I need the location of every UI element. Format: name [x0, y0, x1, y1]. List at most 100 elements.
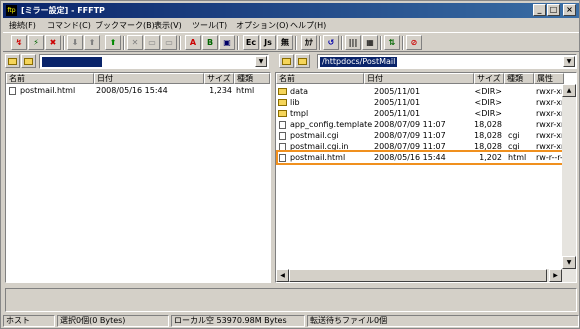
remote-col-attr[interactable]: 属性: [534, 73, 564, 84]
local-path-combo[interactable]: ▼: [39, 54, 269, 69]
detail-view-button[interactable]: ▦: [362, 35, 378, 50]
toolbar-separator: [295, 36, 297, 50]
file-icon: [279, 132, 286, 140]
scroll-left-icon[interactable]: ◀: [276, 269, 289, 282]
local-col-date[interactable]: 日付: [94, 73, 204, 84]
kana-button[interactable]: ｶﾅ: [301, 35, 317, 50]
status-selection: 選択0個(0 Bytes): [57, 315, 169, 327]
jis-button[interactable]: Js: [260, 35, 276, 50]
highlight-box: [276, 150, 566, 165]
menu-tools[interactable]: ツール(T): [192, 20, 227, 31]
status-local-free: ローカル空 53970.98M Bytes: [171, 315, 305, 327]
scroll-up-icon[interactable]: ▲: [562, 84, 576, 97]
refresh-icon[interactable]: ↺: [323, 35, 339, 50]
menu-connect[interactable]: 接続(F): [9, 20, 36, 31]
remote-col-type[interactable]: 種類: [504, 73, 534, 84]
maximize-button[interactable]: □: [547, 4, 560, 16]
auto-mode-button[interactable]: ▣: [219, 35, 235, 50]
toolbar-separator: [63, 36, 65, 50]
remote-vertical-scrollbar[interactable]: ▲ ▼: [562, 84, 576, 269]
menu-bookmark[interactable]: ブックマーク(B): [95, 20, 155, 31]
euc-button[interactable]: Ec: [243, 35, 259, 50]
menu-help[interactable]: ヘルプ(H): [290, 20, 326, 31]
scroll-thumb[interactable]: [289, 269, 547, 282]
remote-file-name: tmpl: [290, 109, 309, 118]
app-icon: ftp: [6, 5, 17, 16]
remote-file-size: <DIR>: [474, 109, 502, 118]
local-open-folder-icon[interactable]: [21, 54, 36, 68]
local-col-name[interactable]: 名前: [6, 73, 94, 84]
remote-path-bar: /httpdocs/PostMail ▼: [275, 53, 579, 70]
remote-file-row[interactable]: postmail.cgi 2008/07/09 11:07 18,028 cgi…: [276, 130, 576, 141]
remote-up-folder-icon[interactable]: [279, 54, 294, 68]
remote-file-date: 2008/07/09 11:07: [374, 131, 446, 140]
download-button[interactable]: ⬇: [67, 35, 83, 50]
remote-col-size[interactable]: サイズ: [474, 73, 504, 84]
chevron-down-icon[interactable]: ▼: [563, 56, 575, 67]
remote-file-size: <DIR>: [474, 87, 502, 96]
ascii-mode-button[interactable]: A: [185, 35, 201, 50]
title-bar[interactable]: ftp [ミラー設定] - FFFTP _ □ ×: [3, 3, 579, 18]
log-area[interactable]: [5, 288, 577, 312]
toolbar-separator: [123, 36, 125, 50]
local-path-text: [42, 57, 102, 67]
menu-command[interactable]: コマンド(C): [47, 20, 91, 31]
local-file-date: 2008/05/16 15:44: [96, 86, 168, 95]
menu-options[interactable]: オプション(O): [236, 20, 289, 31]
remote-open-folder-icon[interactable]: [295, 54, 310, 68]
remote-file-row[interactable]: app_config.template 2008/07/09 11:07 18,…: [276, 119, 576, 130]
remote-file-date: 2005/11/01: [374, 87, 421, 96]
remote-file-list[interactable]: 名前 日付 サイズ 種類 属性 data 2005/11/01 <DIR> rw…: [275, 72, 577, 283]
mirror-upload-button[interactable]: ⬆: [105, 35, 121, 50]
scroll-right-icon[interactable]: ▶: [549, 269, 562, 282]
remote-file-row[interactable]: lib 2005/11/01 <DIR> rwxr-xr-x: [276, 97, 576, 108]
mkdir-button[interactable]: ▭: [161, 35, 177, 50]
remote-path-text: /httpdocs/PostMail: [320, 57, 398, 67]
menu-bar: 接続(F) コマンド(C) ブックマーク(B) 表示(V) ツール(T) オプシ…: [3, 18, 579, 32]
sync-folder-button[interactable]: ⇅: [384, 35, 400, 50]
folder-icon: [278, 110, 287, 117]
remote-file-date: 2008/07/09 11:07: [374, 120, 446, 129]
disconnect-button[interactable]: ✖: [45, 35, 61, 50]
toolbar-separator: [179, 36, 181, 50]
chevron-down-icon[interactable]: ▼: [255, 56, 267, 67]
close-button[interactable]: ×: [563, 4, 576, 16]
rename-button[interactable]: ▭: [144, 35, 160, 50]
remote-file-name: data: [290, 87, 309, 96]
remote-file-attr: rwxr-xr-x: [536, 120, 564, 129]
minimize-button[interactable]: _: [533, 4, 546, 16]
abort-icon[interactable]: ⊘: [406, 35, 422, 50]
binary-mode-button[interactable]: B: [202, 35, 218, 50]
file-icon: [279, 121, 286, 129]
local-file-list[interactable]: 名前 日付 サイズ 種類 postmail.html 2008/05/16 15…: [5, 72, 271, 283]
local-file-row[interactable]: postmail.html 2008/05/16 15:44 1,234 htm…: [6, 85, 270, 96]
remote-horizontal-scrollbar[interactable]: ◀ ▶: [276, 269, 576, 282]
remote-path-combo[interactable]: /httpdocs/PostMail ▼: [317, 54, 577, 69]
remote-file-type: cgi: [508, 131, 520, 140]
list-view-button[interactable]: |||: [345, 35, 361, 50]
toolbar: ↯ ⚡ ✖ ⬇ ⬆ ⬆ ✕ ▭ ▭ A B ▣ Ec Js 無 ｶﾅ ↺ |||…: [3, 32, 579, 52]
remote-col-name[interactable]: 名前: [276, 73, 364, 84]
scroll-down-icon[interactable]: ▼: [562, 256, 576, 269]
local-file-name: postmail.html: [20, 86, 76, 95]
local-col-size[interactable]: サイズ: [204, 73, 234, 84]
toolbar-separator: [319, 36, 321, 50]
toolbar-separator: [402, 36, 404, 50]
remote-col-date[interactable]: 日付: [364, 73, 474, 84]
no-convert-button[interactable]: 無: [277, 35, 293, 50]
quick-connect-button[interactable]: ⚡: [28, 35, 44, 50]
local-file-type: html: [236, 86, 255, 95]
remote-file-row[interactable]: data 2005/11/01 <DIR> rwxr-xr-x: [276, 86, 576, 97]
folder-icon: [278, 88, 287, 95]
upload-button[interactable]: ⬆: [84, 35, 100, 50]
remote-file-date: 2005/11/01: [374, 98, 421, 107]
remote-file-date: 2005/11/01: [374, 109, 421, 118]
local-up-folder-icon[interactable]: [5, 54, 20, 68]
menu-view[interactable]: 表示(V): [154, 20, 182, 31]
remote-file-row[interactable]: tmpl 2005/11/01 <DIR> rwxr-xr-x: [276, 108, 576, 119]
connect-button[interactable]: ↯: [11, 35, 27, 50]
delete-button[interactable]: ✕: [127, 35, 143, 50]
remote-file-name: lib: [290, 98, 300, 107]
local-col-type[interactable]: 種類: [234, 73, 270, 84]
toolbar-separator: [380, 36, 382, 50]
